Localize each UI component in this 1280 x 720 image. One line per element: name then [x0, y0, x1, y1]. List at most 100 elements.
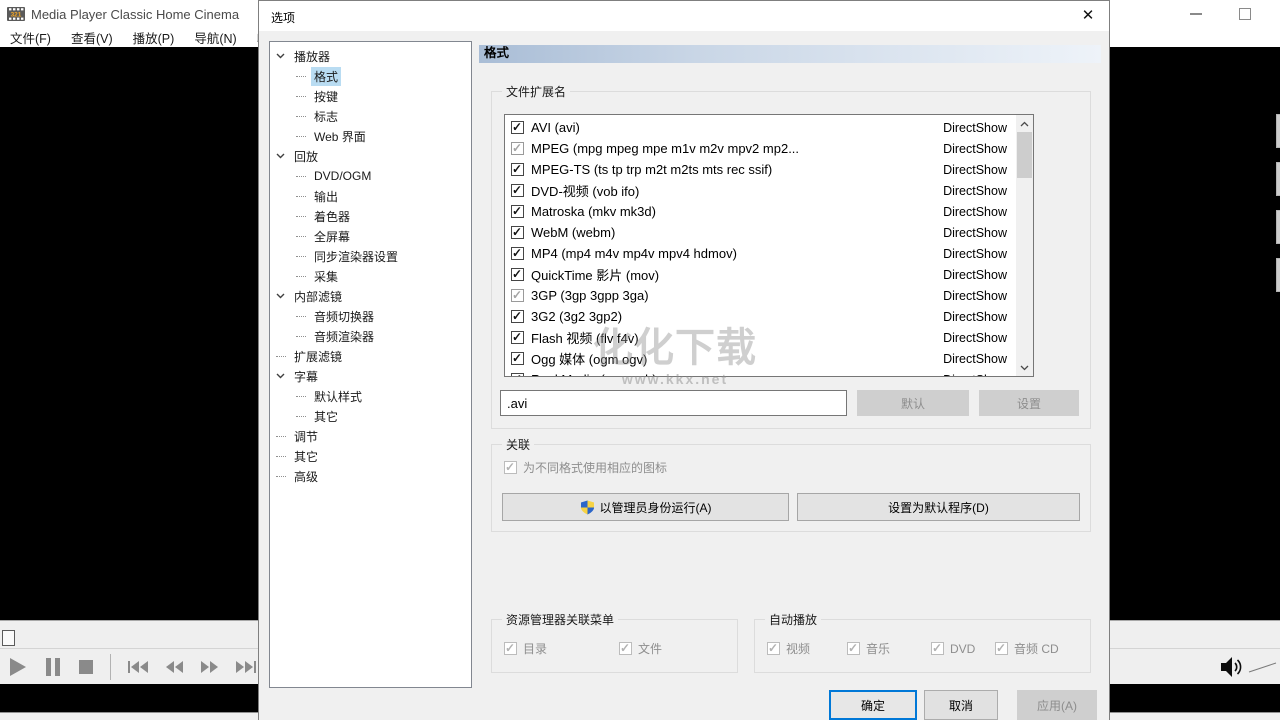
- skip-back-icon[interactable]: [127, 660, 149, 674]
- apply-button[interactable]: 应用(A): [1017, 690, 1097, 720]
- format-row[interactable]: 3GP (3gp 3gpp 3ga)DirectShow: [505, 285, 1033, 306]
- set-default-program-button[interactable]: 设置为默认程序(D): [797, 493, 1080, 521]
- scroll-down-icon[interactable]: [1016, 360, 1033, 375]
- checkbox-icon[interactable]: [511, 373, 524, 377]
- set-button[interactable]: 设置: [979, 390, 1079, 416]
- checkbox-icon[interactable]: [511, 205, 524, 218]
- tree-item[interactable]: 同步渲染器设置: [270, 246, 471, 266]
- checkbox-icon[interactable]: [511, 331, 524, 344]
- tree-item[interactable]: 调节: [270, 426, 471, 446]
- checkbox-icon[interactable]: [511, 226, 524, 239]
- checkbox-icon[interactable]: [511, 121, 524, 134]
- default-button[interactable]: 默认: [857, 390, 969, 416]
- format-name: MPEG-TS (ts tp trp m2t m2ts mts rec ssif…: [531, 162, 772, 177]
- tree-item[interactable]: 字幕: [270, 366, 471, 386]
- uncheck-all-button[interactable]: [1276, 258, 1280, 292]
- checkbox-icon[interactable]: [511, 268, 524, 281]
- tree-item[interactable]: 播放器: [270, 46, 471, 66]
- ok-button[interactable]: 确定: [829, 690, 917, 720]
- tree-item[interactable]: DVD/OGM: [270, 166, 471, 186]
- tree-item[interactable]: Web 界面: [270, 126, 471, 146]
- format-engine: DirectShow: [943, 142, 1007, 156]
- tree-item[interactable]: 音频渲染器: [270, 326, 471, 346]
- tree-item[interactable]: 默认样式: [270, 386, 471, 406]
- run-as-admin-button[interactable]: 以管理员身份运行(A): [502, 493, 789, 521]
- maximize-button[interactable]: [1239, 8, 1251, 20]
- tree-item[interactable]: 输出: [270, 186, 471, 206]
- checkbox-label: 音乐: [866, 640, 890, 657]
- format-row[interactable]: MP4 (mp4 m4v mp4v mpv4 hdmov) DirectShow: [505, 243, 1033, 264]
- tree-item[interactable]: 格式: [270, 66, 471, 86]
- format-name: MP4 (mp4 m4v mp4v mpv4 hdmov): [531, 246, 737, 261]
- cancel-button[interactable]: 取消: [924, 690, 998, 720]
- checkbox-icon[interactable]: [511, 289, 524, 302]
- tree-connector: [276, 436, 291, 437]
- menu-item[interactable]: 导航(N): [184, 28, 246, 47]
- page-title: 格式: [479, 45, 1101, 63]
- group-label: 资源管理器关联菜单: [502, 611, 618, 628]
- tree-item[interactable]: 按键: [270, 86, 471, 106]
- tree-item[interactable]: 扩展滤镜: [270, 346, 471, 366]
- tree-item[interactable]: 高级: [270, 466, 471, 486]
- format-row[interactable]: Flash 视频 (flv f4v)DirectShow: [505, 327, 1033, 348]
- options-tree: 播放器格式按键标志Web 界面回放DVD/OGM输出着色器全屏幕同步渲染器设置采…: [269, 41, 472, 688]
- checkbox-icon[interactable]: [511, 247, 524, 260]
- format-name: 3G2 (3g2 3gp2): [531, 309, 622, 324]
- pause-icon[interactable]: [44, 657, 62, 677]
- scrollbar-thumb[interactable]: [1017, 132, 1032, 178]
- tree-item[interactable]: 其它: [270, 406, 471, 426]
- format-row[interactable]: AVI (avi)DirectShow: [505, 117, 1033, 138]
- menu-item[interactable]: 文件(F): [0, 28, 61, 47]
- video-only-button[interactable]: V: [1276, 210, 1280, 244]
- seek-thumb[interactable]: [2, 630, 15, 646]
- tree-item[interactable]: 采集: [270, 266, 471, 286]
- chevron-down-icon[interactable]: [276, 53, 291, 59]
- menu-item[interactable]: 播放(P): [123, 28, 185, 47]
- scrollbar[interactable]: [1016, 115, 1033, 376]
- checkbox-icon[interactable]: [511, 184, 524, 197]
- tree-item[interactable]: 全屏幕: [270, 226, 471, 246]
- format-row[interactable]: WebM (webm)DirectShow: [505, 222, 1033, 243]
- chevron-down-icon[interactable]: [276, 373, 291, 379]
- chevron-down-icon[interactable]: [276, 153, 291, 159]
- fast-forward-icon[interactable]: [200, 660, 219, 674]
- rewind-icon[interactable]: [165, 660, 184, 674]
- association-group: 关联 为不同格式使用相应的图标 以管理员身份运行(A) 设置为默认程序(D): [491, 444, 1091, 532]
- tree-item-label: Web 界面: [311, 127, 369, 146]
- format-row[interactable]: MPEG (mpg mpeg mpe m1v m2v mpv2 mp2...Di…: [505, 138, 1033, 159]
- chevron-down-icon[interactable]: [276, 293, 291, 299]
- scroll-up-icon[interactable]: [1016, 116, 1033, 131]
- format-row[interactable]: DVD-视频 (vob ifo)DirectShow: [505, 180, 1033, 201]
- checkbox-icon[interactable]: [511, 163, 524, 176]
- format-engine: DirectShow: [943, 247, 1007, 261]
- close-icon[interactable]: ✕: [1077, 6, 1099, 26]
- stop-icon[interactable]: [78, 659, 94, 675]
- tree-item[interactable]: 音频切换器: [270, 306, 471, 326]
- tree-item[interactable]: 其它: [270, 446, 471, 466]
- format-row[interactable]: MPEG-TS (ts tp trp m2t m2ts mts rec ssif…: [505, 159, 1033, 180]
- tree-item[interactable]: 回放: [270, 146, 471, 166]
- minimize-button[interactable]: [1190, 13, 1202, 15]
- format-row[interactable]: Real Media (rm rmvb)DirectShow: [505, 369, 1033, 377]
- volume-slider[interactable]: [1248, 657, 1278, 677]
- speaker-icon[interactable]: [1220, 654, 1244, 680]
- audio-only-button[interactable]: A: [1276, 162, 1280, 196]
- extension-input[interactable]: [500, 390, 847, 416]
- checkbox-icon: [504, 642, 517, 655]
- tree-item[interactable]: 内部滤镜: [270, 286, 471, 306]
- format-row[interactable]: Ogg 媒体 (ogm ogv)DirectShow: [505, 348, 1033, 369]
- checkbox-icon[interactable]: [511, 352, 524, 365]
- menu-item[interactable]: 查看(V): [61, 28, 123, 47]
- format-row[interactable]: 3G2 (3g2 3gp2)DirectShow: [505, 306, 1033, 327]
- format-row[interactable]: QuickTime 影片 (mov)DirectShow: [505, 264, 1033, 285]
- checkbox-icon[interactable]: [511, 310, 524, 323]
- skip-forward-icon[interactable]: [235, 660, 257, 674]
- tree-item[interactable]: 着色器: [270, 206, 471, 226]
- tree-item-label: 着色器: [311, 207, 353, 226]
- formats-list[interactable]: AVI (avi)DirectShowMPEG (mpg mpeg mpe m1…: [504, 114, 1034, 377]
- checkbox-icon[interactable]: [511, 142, 524, 155]
- format-row[interactable]: Matroska (mkv mk3d)DirectShow: [505, 201, 1033, 222]
- play-icon[interactable]: [8, 656, 28, 678]
- check-all-button[interactable]: ✓: [1276, 114, 1280, 148]
- tree-item[interactable]: 标志: [270, 106, 471, 126]
